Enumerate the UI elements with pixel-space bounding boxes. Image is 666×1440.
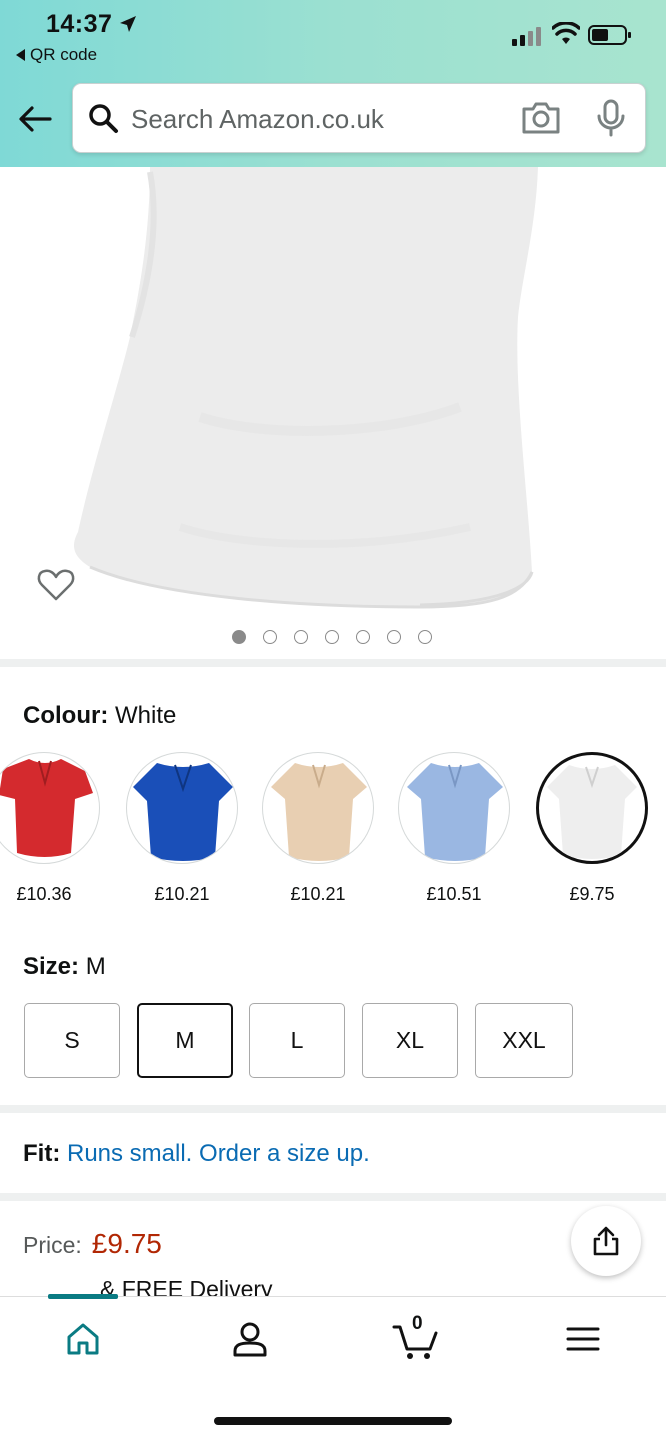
carousel-dot[interactable] (325, 630, 339, 644)
price-info: Price: £9.75 (23, 1228, 162, 1260)
colour-price-blue: £10.21 (154, 884, 210, 904)
price-label: Price: (23, 1232, 82, 1258)
white-shirt-thumbnail (547, 765, 637, 859)
carousel-dot[interactable] (418, 630, 432, 644)
carousel-dot[interactable] (263, 630, 277, 644)
back-arrow-icon[interactable] (16, 100, 54, 138)
blue-shirt-thumbnail (133, 763, 233, 861)
fit-recommendation-link[interactable]: Runs small. Order a size up. (67, 1140, 370, 1167)
share-icon (593, 1226, 619, 1256)
colour-price-light-blue: £10.51 (426, 884, 482, 904)
size-heading: Size: M (23, 953, 106, 981)
fit-info: Fit: Runs small. Order a size up. (23, 1140, 370, 1168)
back-to-app-link[interactable]: QR code (16, 45, 97, 65)
colour-price-red: £10.36 (16, 884, 72, 904)
carousel-dot[interactable] (232, 630, 246, 644)
account-icon[interactable] (228, 1317, 272, 1361)
wishlist-heart-icon[interactable] (36, 565, 76, 605)
colour-heading: Colour: White (23, 702, 176, 730)
cart-count: 0 (412, 1313, 423, 1334)
size-option-m[interactable]: M (137, 1003, 233, 1078)
status-time: 14:37 (46, 10, 113, 38)
share-button[interactable] (571, 1206, 641, 1276)
colour-swatch-light-blue[interactable] (398, 752, 510, 864)
colour-price-white: £9.75 (569, 884, 615, 904)
fit-label: Fit: (23, 1140, 61, 1167)
section-divider (0, 1105, 666, 1113)
colour-label: Colour: (23, 702, 109, 729)
light-blue-shirt-thumbnail (407, 763, 503, 861)
back-app-label: QR code (30, 45, 98, 64)
cellular-signal-icon (512, 27, 541, 46)
colour-swatch-red[interactable] (0, 752, 100, 864)
colour-selected-value: White (114, 702, 177, 729)
size-option-xxl[interactable]: XXL (475, 1003, 573, 1078)
product-image[interactable] (0, 167, 666, 662)
beige-shirt-thumbnail (271, 763, 367, 861)
product-photo (74, 167, 538, 609)
battery-icon (588, 25, 631, 45)
colour-swatch-beige[interactable] (262, 752, 374, 864)
location-arrow-icon (120, 16, 136, 32)
back-triangle-icon (16, 49, 25, 61)
search-icon (89, 104, 118, 133)
size-label: Size: (23, 953, 80, 980)
carousel-dot[interactable] (294, 630, 308, 644)
search-input[interactable] (131, 101, 511, 137)
colour-price-beige: £10.21 (290, 884, 346, 904)
section-divider (0, 659, 666, 667)
search-box[interactable] (72, 83, 646, 153)
header: 14:37 QR code (0, 0, 666, 167)
carousel-dot[interactable] (387, 630, 401, 644)
carousel-dot[interactable] (356, 630, 370, 644)
home-icon[interactable] (61, 1317, 105, 1361)
colour-swatch-white[interactable] (536, 752, 648, 864)
price-value: £9.75 (91, 1228, 162, 1259)
nav-active-indicator (48, 1294, 118, 1299)
size-selected-value: M (85, 953, 106, 980)
carousel-dots (232, 630, 432, 644)
size-option-s[interactable]: S (24, 1003, 120, 1078)
wifi-icon (552, 22, 580, 44)
section-divider (0, 1193, 666, 1201)
red-shirt-thumbnail (0, 759, 93, 857)
colour-swatch-blue[interactable] (126, 752, 238, 864)
size-option-l[interactable]: L (249, 1003, 345, 1078)
menu-icon[interactable] (561, 1317, 605, 1361)
camera-icon[interactable] (521, 100, 561, 136)
home-indicator (214, 1417, 452, 1425)
microphone-icon[interactable] (595, 98, 627, 138)
size-option-xl[interactable]: XL (362, 1003, 458, 1078)
